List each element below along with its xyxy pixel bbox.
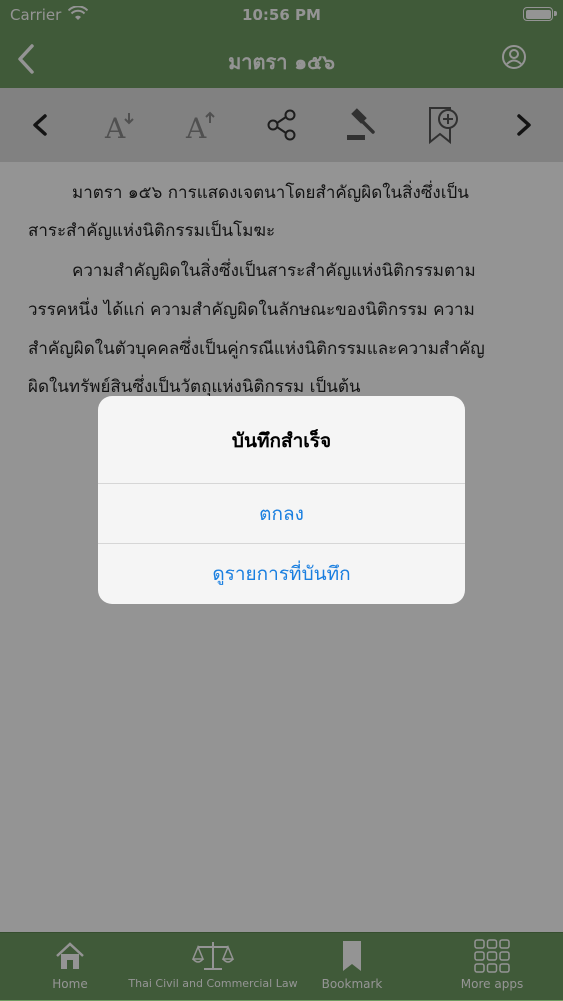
view-bookmarks-button[interactable]: ดูรายการที่บันทึก	[98, 543, 465, 604]
save-success-alert: บันทึกสำเร็จ ตกลง ดูรายการที่บันทึก	[98, 396, 465, 604]
alert-title: บันทึกสำเร็จ	[231, 430, 332, 452]
ok-button[interactable]: ตกลง	[98, 483, 465, 544]
